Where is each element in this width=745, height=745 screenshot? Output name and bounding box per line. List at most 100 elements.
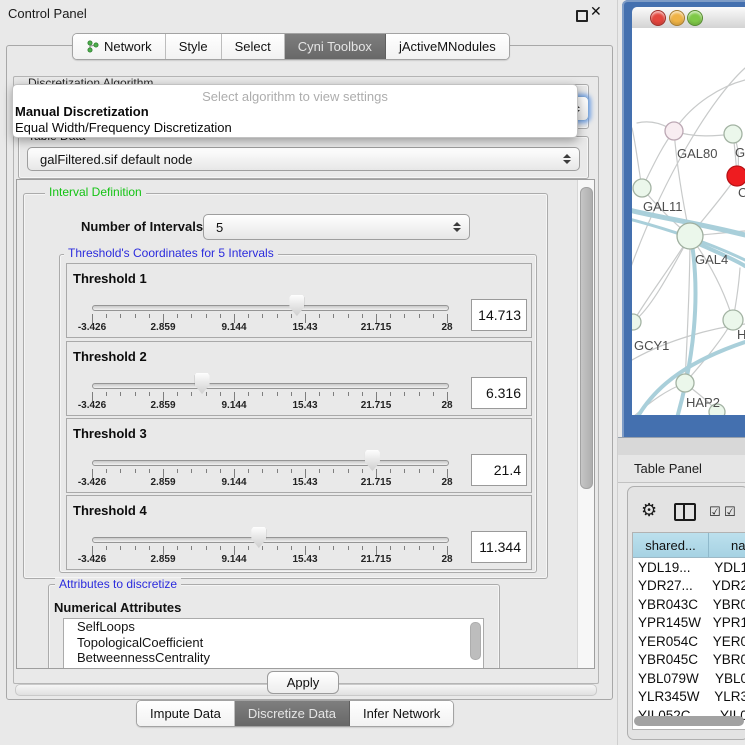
minor-tick <box>433 314 434 318</box>
minor-tick <box>248 469 249 473</box>
apply-button[interactable]: Apply <box>267 671 339 694</box>
cytoscape-desktop: Control Panel ✕ NetworkStyleSelectCyni T… <box>0 0 745 745</box>
slider-track[interactable] <box>92 383 449 389</box>
minor-tick <box>106 314 107 318</box>
gear-icon[interactable]: ⚙ <box>641 501 657 519</box>
number-of-intervals-combobox[interactable]: 5 <box>203 214 470 240</box>
threshold-value-field[interactable] <box>471 377 527 409</box>
close-icon[interactable]: ✕ <box>590 3 602 20</box>
slider-track[interactable] <box>92 460 449 466</box>
node-attribute-table[interactable]: shared...na YDL19...YDL1YDR27...YDR2YBR0… <box>632 532 745 730</box>
slider-track[interactable] <box>92 537 449 543</box>
cell-shared-name: YDR27... <box>633 578 710 593</box>
tab-select[interactable]: Select <box>222 34 285 59</box>
minor-tick <box>206 392 207 396</box>
network-node[interactable] <box>633 179 651 197</box>
table-row[interactable]: YBL079WYBL0 <box>633 669 745 688</box>
slider-thumb[interactable] <box>195 373 210 394</box>
minor-tick <box>404 469 405 473</box>
minor-tick <box>149 469 150 473</box>
minor-tick <box>135 314 136 318</box>
network-window-titlebar[interactable] <box>632 7 745 29</box>
tab-cyni-toolbox[interactable]: Cyni Toolbox <box>285 34 386 59</box>
tick-label: 2.859 <box>150 322 175 333</box>
node-label: GAL11 <box>643 199 683 214</box>
minor-tick <box>319 469 320 473</box>
tab-jactivemnodules[interactable]: jActiveMNodules <box>386 34 509 59</box>
checkbox-icon[interactable]: ☑ <box>709 504 721 520</box>
network-node[interactable] <box>727 166 745 186</box>
minimize-traffic-light[interactable] <box>669 10 685 26</box>
table-row[interactable]: YLR345WYLR3 <box>633 688 745 707</box>
network-node[interactable] <box>665 122 683 140</box>
table-row[interactable]: YPR145WYPR1 <box>633 614 745 633</box>
network-node[interactable] <box>724 125 742 143</box>
attribute-list-item[interactable]: TopologicalCoefficient <box>64 635 483 651</box>
panel-divider[interactable] <box>617 0 618 745</box>
vertical-scrollbar-thumb[interactable] <box>580 187 593 489</box>
thresholds-group-title: Threshold's Coordinates for 5 Intervals <box>64 247 278 260</box>
list-scrollbar-thumb[interactable] <box>470 622 481 660</box>
column-header[interactable]: na <box>709 533 745 557</box>
cell-shared-name: YPR145W <box>633 615 711 630</box>
table-data-combobox[interactable]: galFiltered.sif default node <box>27 147 580 171</box>
close-traffic-light[interactable] <box>650 10 666 26</box>
minor-tick <box>348 392 349 396</box>
minor-tick <box>106 392 107 396</box>
table-data-combobox-value: galFiltered.sif default node <box>28 152 562 167</box>
threshold-value-field[interactable] <box>471 299 527 331</box>
algorithm-option[interactable]: Equal Width/Frequency Discretization <box>15 120 232 135</box>
tick-label: 21.715 <box>361 477 392 488</box>
tick-label: 21.715 <box>361 322 392 333</box>
algorithm-option[interactable]: Manual Discretization <box>15 104 149 119</box>
tab-network[interactable]: Network <box>73 34 166 59</box>
slider-thumb[interactable] <box>289 295 304 316</box>
tick-label: 28 <box>441 554 452 565</box>
zoom-traffic-light[interactable] <box>687 10 703 26</box>
column-header[interactable]: shared... <box>633 533 709 557</box>
numerical-attributes-list[interactable]: SelfLoopsTopologicalCoefficientBetweenne… <box>63 618 484 669</box>
tab-infer-network[interactable]: Infer Network <box>350 701 453 726</box>
desktop-strip <box>618 437 745 456</box>
attribute-list-item[interactable]: SelfLoops <box>64 619 483 635</box>
network-node[interactable] <box>677 223 703 249</box>
tick-label: 2.859 <box>150 477 175 488</box>
table-row[interactable]: YBR043CYBR0 <box>633 595 745 614</box>
table-row[interactable]: YBR045CYBR0 <box>633 651 745 670</box>
minor-tick <box>262 392 263 396</box>
cell-shared-name: YLR345W <box>633 689 712 704</box>
tab-impute-data[interactable]: Impute Data <box>137 701 235 726</box>
minor-tick <box>120 469 121 473</box>
checkbox-icon[interactable]: ☑ <box>724 504 736 520</box>
tab-label: Cyni Toolbox <box>298 39 372 54</box>
network-canvas[interactable]: GAL80GACGAL11GAL4GCY1HHAP2 <box>632 28 745 415</box>
minor-tick <box>362 314 363 318</box>
tab-style[interactable]: Style <box>166 34 222 59</box>
vertical-scrollbar-track[interactable] <box>577 180 594 668</box>
cell-name: YDR2 <box>710 578 745 593</box>
network-node[interactable] <box>676 374 694 392</box>
slider-thumb[interactable] <box>251 527 266 548</box>
slider-thumb[interactable] <box>365 450 380 471</box>
threshold-value-field[interactable] <box>471 531 527 563</box>
tick-label: 21.715 <box>361 400 392 411</box>
threshold-value-field[interactable] <box>471 454 527 486</box>
cell-shared-name: YER054C <box>633 634 711 649</box>
cell-name: YLR3 <box>712 689 745 704</box>
table-row[interactable]: YDR27...YDR2 <box>633 577 745 596</box>
attribute-list-item[interactable]: BetweennessCentrality <box>64 650 483 666</box>
split-panel-icon[interactable] <box>674 503 696 521</box>
slider-track[interactable] <box>92 305 449 311</box>
minor-tick <box>291 546 292 550</box>
tick-label: 28 <box>441 322 452 333</box>
tab-discretize-data[interactable]: Discretize Data <box>235 701 350 726</box>
minor-tick <box>404 546 405 550</box>
minor-tick <box>220 392 221 396</box>
minor-tick <box>333 392 334 396</box>
table-hscrollbar-thumb[interactable] <box>634 716 744 726</box>
minor-tick <box>404 392 405 396</box>
minor-tick <box>277 546 278 550</box>
table-row[interactable]: YDL19...YDL1 <box>633 558 745 577</box>
table-row[interactable]: YER054CYER0 <box>633 632 745 651</box>
float-window-icon[interactable] <box>576 10 588 22</box>
